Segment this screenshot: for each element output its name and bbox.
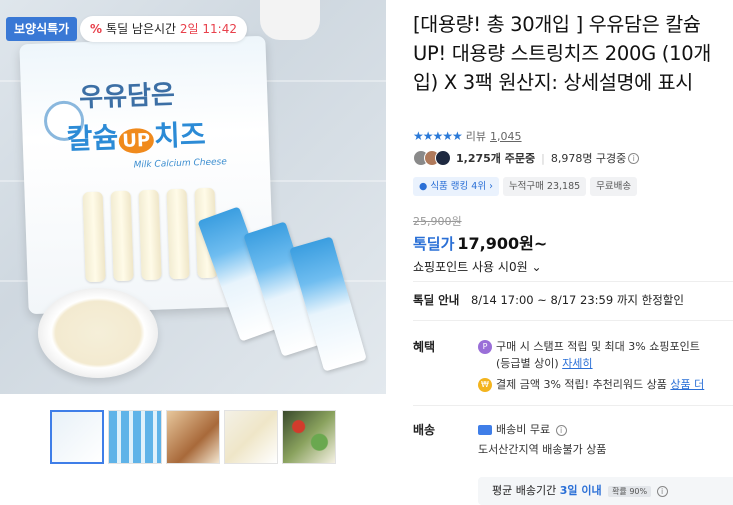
package-title: 우유담은 bbox=[78, 79, 176, 114]
details-link[interactable]: 자세히 bbox=[562, 357, 592, 370]
tag-list: ● 식품 랭킹 4위 › 누적구매 23,185 무료배송 bbox=[413, 177, 638, 196]
divider: | bbox=[541, 151, 545, 165]
avatar bbox=[435, 150, 451, 166]
info-icon[interactable]: i bbox=[656, 486, 668, 497]
price-label: 톡딜가 bbox=[413, 235, 455, 253]
benefit-reward: ₩ 결제 금액 3% 적립! 추천리워드 상품 상품 더 bbox=[478, 376, 704, 392]
coin-icon: ₩ bbox=[478, 378, 492, 392]
more-products-link[interactable]: 상품 더 bbox=[670, 378, 704, 391]
sale-price: 17,900원~ bbox=[457, 234, 548, 253]
cheese-stick bbox=[82, 191, 106, 283]
thumbnail-1[interactable] bbox=[50, 410, 104, 464]
shipping-fee: 배송비 무료 i bbox=[478, 421, 567, 437]
thumbnail-5[interactable] bbox=[282, 410, 336, 464]
avg-delivery-box: 평균 배송기간 3일 이내 확률 90% i bbox=[478, 477, 733, 505]
info-icon[interactable]: i bbox=[555, 425, 567, 436]
thumbnail-2[interactable] bbox=[108, 410, 162, 464]
thumbnail-3[interactable] bbox=[166, 410, 220, 464]
promo-badge: 보양식특가 bbox=[6, 17, 78, 41]
order-count: 1,275개 주문중 bbox=[456, 152, 536, 165]
product-title: [대용량! 총 30개입 ] 우유담은 칼슘 UP! 대용량 스트링치즈 200… bbox=[413, 13, 711, 94]
milk-pitcher bbox=[260, 0, 320, 40]
package-title-2: 칼슘 UP 치즈 bbox=[66, 117, 207, 156]
review-count[interactable]: 1,045 bbox=[490, 130, 522, 143]
ranking-tag[interactable]: ● 식품 랭킹 4위 › bbox=[413, 177, 499, 196]
deal-label: 톡딜 안내 bbox=[413, 293, 460, 307]
points-dropdown[interactable]: 쇼핑포인트 사용 시0원 ⌄ bbox=[413, 258, 542, 275]
cheese-stick bbox=[166, 188, 190, 280]
shipping-note: 도서산간지역 배송불가 상품 bbox=[478, 443, 607, 456]
cheese-stick bbox=[110, 190, 134, 282]
benefit-label: 혜택 bbox=[413, 340, 436, 354]
star-rating-icon: ★★★★★ bbox=[413, 129, 463, 143]
free-shipping-tag: 무료배송 bbox=[590, 177, 638, 196]
shipping-label: 배송 bbox=[413, 423, 436, 437]
purchase-tag: 누적구매 23,185 bbox=[502, 177, 587, 196]
benefit-stamp-sub: (등급별 상이) 자세히 bbox=[496, 357, 593, 370]
timer-value: 2일 11:42 bbox=[179, 22, 237, 36]
review-label: 리뷰 bbox=[465, 130, 487, 143]
info-icon[interactable]: i bbox=[628, 152, 640, 164]
deal-period: 8/14 17:00 ~ 8/17 23:59 까지 한정할인 bbox=[470, 293, 684, 307]
price-row: 톡딜가 17,900원~ bbox=[413, 230, 547, 254]
buyer-stats: 1,275개 주문중 | 8,978명 구경중 i bbox=[413, 150, 640, 166]
rating-row[interactable]: ★★★★★ 리뷰 1,045 bbox=[413, 128, 522, 144]
divider bbox=[413, 320, 733, 321]
deal-info: 톡딜 안내 8/14 17:00 ~ 8/17 23:59 까지 한정할인 bbox=[413, 292, 684, 308]
thumbnail-strip bbox=[50, 410, 336, 464]
viewer-count: 8,978명 구경중 bbox=[550, 152, 627, 165]
benefit-stamp: P 구매 시 스탬프 적립 및 최대 3% 쇼핑포인트 bbox=[478, 338, 700, 354]
thumbnail-4[interactable] bbox=[224, 410, 278, 464]
delivery-probability: 확률 90% bbox=[608, 486, 652, 497]
buyer-avatars bbox=[413, 150, 451, 166]
original-price: 25,900원 bbox=[413, 215, 462, 228]
cheese-bowl bbox=[38, 288, 158, 378]
avg-delivery-days: 3일 이내 bbox=[559, 484, 602, 497]
deal-timer: % 톡딜 남은시간 2일 11:42 bbox=[80, 16, 247, 42]
discount-icon: % bbox=[90, 22, 103, 36]
chevron-down-icon: ⌄ bbox=[531, 260, 542, 274]
package-subtitle: Milk Calcium Cheese bbox=[133, 157, 227, 171]
cheese-stick bbox=[138, 189, 162, 281]
point-icon: P bbox=[478, 340, 492, 354]
truck-icon bbox=[478, 425, 492, 435]
divider bbox=[413, 405, 733, 406]
main-product-image[interactable]: 우유담은 칼슘 UP 치즈 Milk Calcium Cheese 보양식특가 % 톡… bbox=[0, 0, 386, 394]
divider bbox=[413, 281, 733, 282]
